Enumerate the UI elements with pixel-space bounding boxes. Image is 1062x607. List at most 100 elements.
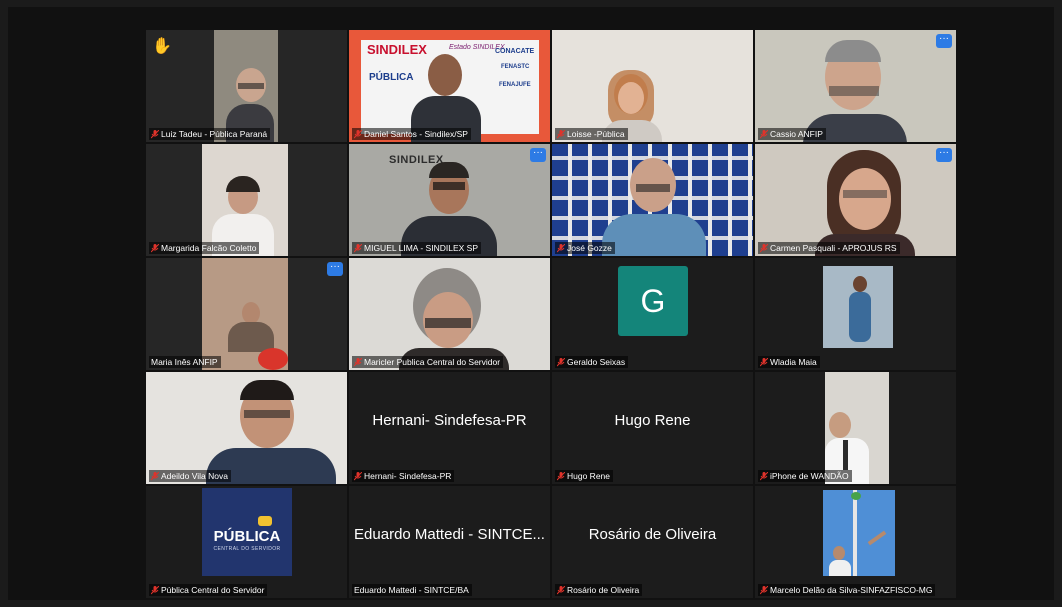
participant-tile[interactable]: Marcelo Delão da Silva-SINFAZFISCO-MG [755,486,956,598]
participant-tile[interactable]: Eduardo Mattedi - SINTCE... Eduardo Matt… [349,486,550,598]
participant-center-name: Eduardo Mattedi - SINTCE... [354,526,545,543]
mic-muted-icon [151,129,159,138]
participant-tile[interactable]: ✋ Luiz Tadeu - Pública Paraná [146,30,347,142]
participant-tile[interactable]: ··· Maria Inês ANFIP [146,258,347,370]
participant-name: Adeildo Vila Nova [161,471,228,481]
participant-video [552,30,753,142]
participant-tile[interactable]: Loisse -Pública [552,30,753,142]
participant-name-label: Adeildo Vila Nova [149,470,231,482]
fenajufe-logo: FENAJUFE [499,82,531,88]
participant-name: MIGUEL LIMA - SINDILEX SP [364,243,478,253]
participant-name-label: Wladia Maia [758,356,820,368]
participant-center-name: Hugo Rene [614,412,691,429]
participant-name-label: iPhone de WANDÃO [758,470,852,482]
mic-muted-icon [557,357,565,366]
participant-tile[interactable]: G Geraldo Seixas [552,258,753,370]
mic-muted-icon [760,585,768,594]
participant-video [202,144,288,256]
participant-tile[interactable]: Wladia Maia [755,258,956,370]
mic-muted-icon [354,471,362,480]
mic-muted-icon [354,357,362,366]
more-options-button[interactable]: ··· [936,34,952,48]
participant-name-label: Rosário de Oliveira [555,584,643,596]
participant-name-label: Maricler Publica Central do Servidor [352,356,504,368]
participant-name: Eduardo Mattedi - SINTCE/BA [354,585,469,595]
mic-muted-icon [557,129,565,138]
participant-video [823,266,893,348]
participant-name: Margarida Falcão Coletto [161,243,257,253]
participant-tile[interactable]: Adeildo Vila Nova [146,372,347,484]
participant-name-label: Maria Inês ANFIP [149,356,221,368]
mic-muted-icon [354,129,362,138]
participant-name: Marcelo Delão da Silva-SINFAZFISCO-MG [770,585,933,595]
participant-name-label: Margarida Falcão Coletto [149,242,260,254]
mic-muted-icon [151,243,159,252]
participant-video [825,372,889,484]
participant-tile[interactable]: SINDILEX ··· MIGUEL LIMA - SINDILEX SP [349,144,550,256]
participant-name-label: Eduardo Mattedi - SINTCE/BA [352,584,472,596]
participant-tile[interactable]: José Gozze [552,144,753,256]
participant-tile[interactable]: ··· Cassio ANFIP [755,30,956,142]
participant-name: Luiz Tadeu - Pública Paraná [161,129,268,139]
sindilex-logo: SINDILEX [367,42,427,57]
participant-video [823,490,895,576]
participant-name: Maria Inês ANFIP [151,357,218,367]
raised-hand-icon: ✋ [152,38,172,55]
participant-video [552,144,753,256]
participant-center-name: Hernani- Sindefesa-PR [372,412,527,429]
participant-video: PÚBLICA CENTRAL DO SERVIDOR [202,488,292,576]
publica-logo: PÚBLICA [369,72,414,83]
participant-name-label: Cassio ANFIP [758,128,826,140]
fenastc-logo: FENASTC [501,64,530,70]
participant-tile[interactable]: Margarida Falcão Coletto [146,144,347,256]
mic-muted-icon [557,585,565,594]
conacate-logo: CONACATE [495,48,535,55]
mic-muted-icon [557,243,565,252]
participant-name: iPhone de WANDÃO [770,471,849,481]
participant-gallery: ✋ Luiz Tadeu - Pública Paraná SINDILEX E… [146,30,956,598]
participant-name: Daniel Santos - Sindilex/SP [364,129,468,139]
participant-name-label: José Gozze [555,242,615,254]
participant-name: Wladia Maia [770,357,817,367]
participant-name: Carmen Pasquali - APROJUS RS [770,243,897,253]
participant-name: Rosário de Oliveira [567,585,640,595]
participant-name: José Gozze [567,243,612,253]
participant-name: Loisse -Pública [567,129,625,139]
more-options-button[interactable]: ··· [530,148,546,162]
participant-name-label: Geraldo Seixas [555,356,629,368]
mic-muted-icon [760,357,768,366]
participant-tile[interactable]: SINDILEX Estado SINDILEX PÚBLICA CONACAT… [349,30,550,142]
mic-muted-icon [760,471,768,480]
participant-name-label: Loisse -Pública [555,128,628,140]
mic-muted-icon [760,129,768,138]
participant-video [755,144,956,256]
participant-name-label: Hernani- Sindefesa-PR [352,470,455,482]
participant-tile[interactable]: Rosário de Oliveira Rosário de Oliveira [552,486,753,598]
participant-center-name: Rosário de Oliveira [588,526,717,543]
avatar: G [618,266,688,336]
participant-tile[interactable]: Hernani- Sindefesa-PR Hernani- Sindefesa… [349,372,550,484]
more-options-button[interactable]: ··· [936,148,952,162]
participant-name-label: Carmen Pasquali - APROJUS RS [758,242,900,254]
more-options-button[interactable]: ··· [327,262,343,276]
participant-tile[interactable]: iPhone de WANDÃO [755,372,956,484]
publica-logo: PÚBLICA [213,528,281,545]
participant-tile[interactable]: Maricler Publica Central do Servidor [349,258,550,370]
participant-name: Pública Central do Servidor [161,585,265,595]
mic-muted-icon [557,471,565,480]
participant-name-label: Hugo Rene [555,470,614,482]
participant-tile[interactable]: PÚBLICA CENTRAL DO SERVIDOR Pública Cent… [146,486,347,598]
participant-tile[interactable]: Hugo Rene Hugo Rene [552,372,753,484]
participant-tile-active-speaker[interactable]: ··· Carmen Pasquali - APROJUS RS [755,144,956,256]
participant-video [146,372,347,484]
participant-video: SINDILEX Estado SINDILEX PÚBLICA CONACAT… [349,30,550,142]
publica-logo-subtitle: CENTRAL DO SERVIDOR [213,546,281,552]
meeting-stage: ✋ Luiz Tadeu - Pública Paraná SINDILEX E… [8,7,1054,600]
mic-muted-icon [151,471,159,480]
participant-video [349,258,550,370]
mic-muted-icon [151,585,159,594]
participant-name: Geraldo Seixas [567,357,626,367]
participant-name: Hernani- Sindefesa-PR [364,471,452,481]
participant-name: Maricler Publica Central do Servidor [364,357,501,367]
mic-muted-icon [760,243,768,252]
